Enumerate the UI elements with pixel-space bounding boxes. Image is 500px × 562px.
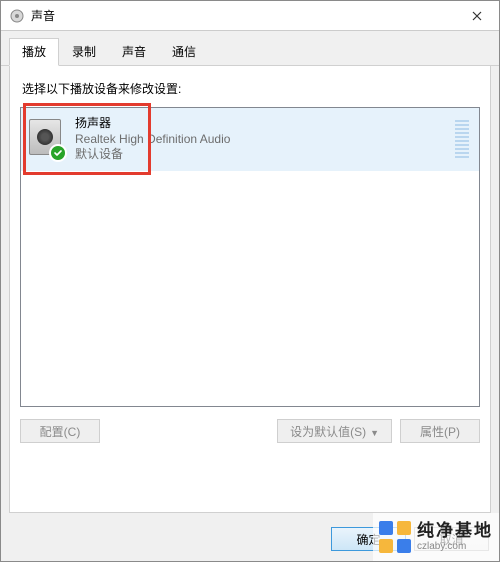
properties-button[interactable]: 属性(P) xyxy=(400,419,480,443)
app-icon xyxy=(9,8,25,24)
configure-button[interactable]: 配置(C) xyxy=(20,419,100,443)
set-default-label: 设为默认值(S) xyxy=(290,425,366,439)
tab-strip: 播放 录制 声音 通信 xyxy=(1,31,499,66)
window-title: 声音 xyxy=(31,7,454,24)
tab-playback[interactable]: 播放 xyxy=(9,38,59,66)
device-status: 默认设备 xyxy=(75,147,455,163)
device-list-wrapper: 扬声器 Realtek High Definition Audio 默认设备 xyxy=(20,107,480,407)
speaker-icon xyxy=(29,119,65,159)
cancel-button[interactable]: 取消 xyxy=(414,527,489,551)
device-driver: Realtek High Definition Audio xyxy=(75,132,455,148)
close-button[interactable] xyxy=(454,1,499,30)
tab-communications[interactable]: 通信 xyxy=(159,38,209,66)
sound-dialog: 声音 播放 录制 声音 通信 选择以下播放设备来修改设置: xyxy=(0,0,500,562)
instruction-label: 选择以下播放设备来修改设置: xyxy=(20,80,480,97)
device-list[interactable]: 扬声器 Realtek High Definition Audio 默认设备 xyxy=(20,107,480,407)
panel-button-row: 配置(C) 设为默认值(S) ▼ 属性(P) xyxy=(20,419,480,443)
level-meter xyxy=(455,120,469,158)
device-name: 扬声器 xyxy=(75,116,455,132)
title-bar: 声音 xyxy=(1,1,499,31)
device-text: 扬声器 Realtek High Definition Audio 默认设备 xyxy=(75,116,455,163)
tab-recording[interactable]: 录制 xyxy=(59,38,109,66)
tab-panel: 选择以下播放设备来修改设置: 扬声器 Realtek High Definiti… xyxy=(9,66,491,513)
tab-sounds[interactable]: 声音 xyxy=(109,38,159,66)
dialog-footer: 确定 取消 xyxy=(1,521,499,561)
chevron-down-icon: ▼ xyxy=(370,428,379,438)
set-default-button[interactable]: 设为默认值(S) ▼ xyxy=(277,419,392,443)
default-check-icon xyxy=(49,144,67,162)
device-item-speakers[interactable]: 扬声器 Realtek High Definition Audio 默认设备 xyxy=(21,108,479,171)
ok-button[interactable]: 确定 xyxy=(331,527,406,551)
